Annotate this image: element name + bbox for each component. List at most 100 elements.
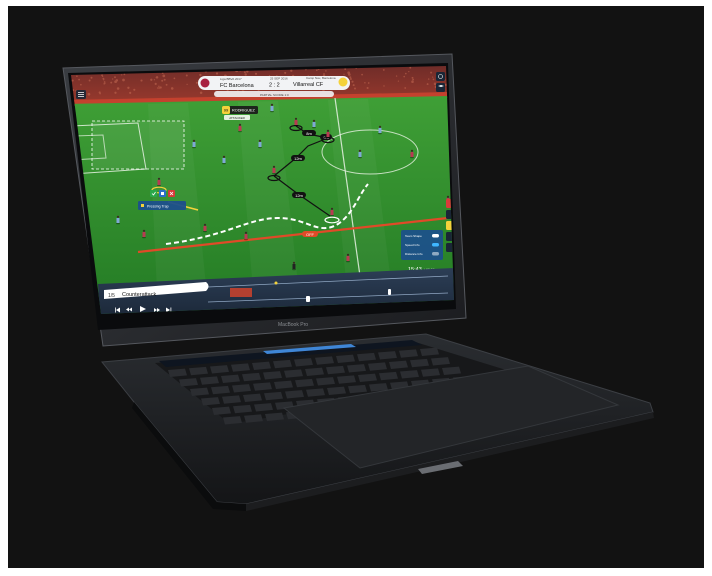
crowd-dot [427,78,430,80]
svg-text:8m: 8m [306,131,312,136]
crowd-dot [323,72,325,75]
crowd-dot [104,82,106,84]
scoreboard: Liga BBVA 2017 25 SEP 2016 Camp Nou, Bar… [198,76,350,97]
crowd-dot [409,66,412,69]
crowd-dot [325,70,327,72]
crowd-dot [199,91,203,95]
svg-text:25 SEP 2016: 25 SEP 2016 [270,77,288,81]
svg-text:Team Shape: Team Shape [405,234,422,238]
crowd-dot [158,85,160,88]
crowd-dot [411,76,414,79]
crowd-dot [99,92,101,95]
crowd-dot [186,83,188,86]
crowd-dot [170,87,174,90]
crowd-dot [244,73,247,76]
crowd-dot [395,75,398,77]
crowd-dot [243,71,246,74]
crowd-dot [133,88,136,91]
crowd-dot [150,78,153,81]
thumbnail-strip-marker[interactable] [230,288,252,297]
crowd-dot [90,76,93,79]
crowd-dot [114,91,117,94]
crowd-dot [161,79,164,82]
svg-text:PARTIAL SCORE 1:0: PARTIAL SCORE 1:0 [260,93,289,97]
crowd-dot [290,69,293,72]
crowd-dot [195,81,198,84]
tactic-label-field[interactable]: Pressing Trap [138,201,186,210]
crowd-dot [367,82,370,84]
laptop-illustration: MacBook Pro OFF 8m 12m 12m 8m Liga BBVA … [62,53,654,511]
right-info-panel[interactable]: Team Shape Speed Info Distance Info [401,230,443,260]
crowd-dot [88,79,91,82]
svg-text:1/5: 1/5 [108,293,115,299]
product-photo-stage: MacBook Pro OFF 8m 12m 12m 8m Liga BBVA … [8,6,704,568]
svg-text:Pressing Trap: Pressing Trap [147,205,169,209]
crowd-dot [405,72,407,75]
crowd-dot [110,81,113,84]
distance-info-toggle [432,252,439,256]
crowd-dot [366,86,369,90]
screen: OFF 8m 12m 12m 8m Liga BBVA 2017 25 SEP … [71,66,454,314]
crowd-dot [351,80,354,83]
crowd-dot [343,73,345,75]
svg-text:Counterattack: Counterattack [122,292,156,298]
crowd-dot [412,78,415,81]
crowd-dot [123,73,126,76]
crowd-dot [159,86,162,89]
timeline-handle[interactable] [306,296,310,302]
svg-text:Liga BBVA 2017: Liga BBVA 2017 [220,77,242,81]
crowd-dot [71,79,74,82]
home-crest-icon [200,78,210,88]
crowd-dot [284,71,287,74]
crowd-dot [364,81,366,84]
svg-text:Distance Info: Distance Info [405,252,423,256]
crowd-dot [411,80,414,83]
svg-text:Villarreal CF: Villarreal CF [293,82,324,88]
speed-info-toggle [432,243,439,247]
crowd-dot [157,87,159,89]
crowd-dot [397,80,400,82]
svg-text:12m: 12m [294,156,302,161]
crowd-dot [432,78,435,81]
selection-box[interactable] [91,120,185,170]
crowd-dot [408,70,410,73]
crowd-dot [80,83,82,86]
edit-icon [161,192,164,195]
crowd-dot [349,77,352,81]
crowd-dot [101,75,104,78]
crowd-dot [162,74,166,78]
crowd-dot [354,87,356,90]
crowd-dot [430,71,433,74]
crowd-dot [103,79,105,81]
crowd-dot [352,84,355,87]
crowd-dot [127,86,130,89]
crowd-dot [432,76,434,78]
svg-text:99: 99 [224,108,229,113]
crowd-dot [383,85,385,87]
crowd-dot [173,77,176,80]
crowd-dot [116,87,120,90]
crowd-dot [403,75,405,78]
crowd-dot [155,76,158,79]
offside-badge-label: OFF [306,232,315,237]
svg-text:Speed Info: Speed Info [405,243,420,247]
svg-text:2 : 2: 2 : 2 [269,83,280,89]
macbook-pro-label: MacBook Pro [278,322,308,328]
away-crest-icon [338,77,348,87]
crowd-dot [140,79,143,82]
crowd-dot [122,78,125,82]
crowd-dot [382,69,385,71]
crowd-dot [199,73,202,77]
timeline-marker[interactable] [274,281,278,285]
tactic-toolbar[interactable] [150,190,175,197]
svg-text:ATTACKER: ATTACKER [229,116,245,120]
menu-icon[interactable] [76,90,86,99]
crowd-dot [115,79,119,82]
crowd-dot [215,72,219,75]
crowd-dot [347,73,351,76]
crowd-dot [114,76,116,79]
timeline-handle-2[interactable] [388,289,391,295]
svg-text:RODRIGUEZ: RODRIGUEZ [232,109,255,113]
crowd-dot [316,69,318,72]
svg-text:Camp Nou, Barcelona: Camp Nou, Barcelona [306,76,336,80]
